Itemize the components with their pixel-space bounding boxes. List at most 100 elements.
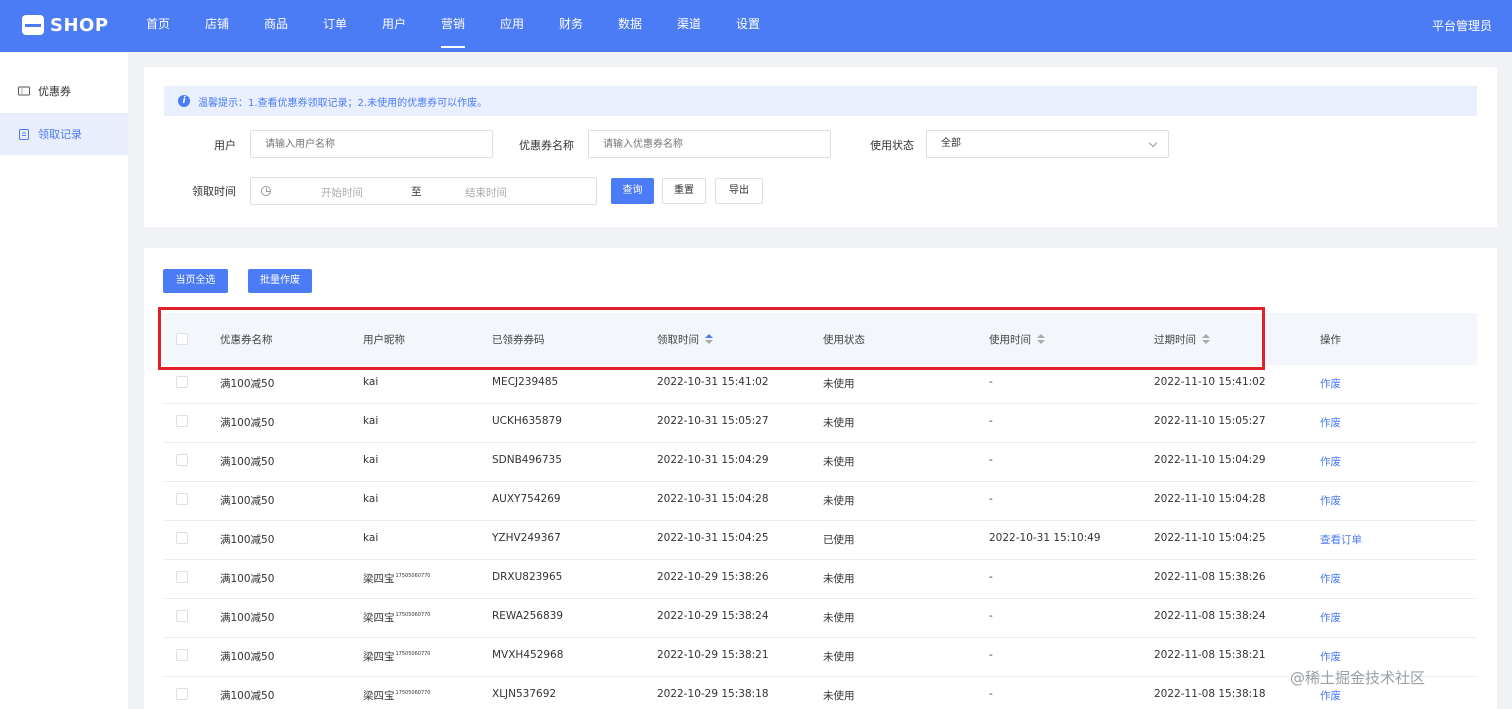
export-button[interactable]: 导出	[715, 178, 763, 204]
nav-item-home[interactable]: 首页	[146, 0, 205, 52]
user-menu[interactable]: 平台管理员	[1432, 17, 1492, 34]
nav-item-orders[interactable]: 订单	[323, 0, 382, 52]
row-checkbox[interactable]	[176, 688, 188, 700]
end-date-input[interactable]: 结束时间	[465, 185, 507, 200]
row-checkbox[interactable]	[176, 532, 188, 544]
cell-status: 未使用	[823, 417, 855, 429]
sidebar-item-coupons[interactable]: 优惠券	[0, 70, 128, 112]
query-button[interactable]: 查询	[611, 178, 654, 204]
nav-item-users[interactable]: 用户	[382, 0, 441, 52]
main-nav: 首页 店铺 商品 订单 用户 营销 应用 财务 数据 渠道 设置	[146, 0, 795, 52]
table-row: 满100减50 kai UCKH635879 2022-10-31 15:05:27 未…	[163, 404, 1477, 443]
coupon-search-input[interactable]	[588, 130, 831, 158]
nickname-phone: 17505060770	[395, 573, 431, 579]
void-link[interactable]: 作废	[1320, 415, 1341, 430]
void-link[interactable]: 作废	[1320, 688, 1341, 703]
start-date-input[interactable]: 开始时间	[321, 185, 363, 200]
cell-used-time: -	[989, 610, 993, 622]
cell-coupon-name: 满100减50	[220, 495, 275, 507]
nickname-phone: 17505060770	[395, 651, 431, 657]
row-checkbox[interactable]	[176, 649, 188, 661]
nav-item-apps[interactable]: 应用	[500, 0, 559, 52]
cell-received-time: 2022-10-31 15:04:29	[657, 454, 769, 466]
table-row: 满100减50 梁四宝17505060770 XLJN537692 2022-10-2…	[163, 677, 1477, 709]
row-checkbox[interactable]	[176, 454, 188, 466]
info-icon: i	[178, 95, 190, 107]
cell-expire-time: 2022-11-08 15:38:26	[1154, 571, 1266, 583]
cell-coupon-name: 满100减50	[220, 573, 275, 585]
cell-coupon-code: DRXU823965	[492, 571, 563, 583]
cell-expire-time: 2022-11-10 15:04:25	[1154, 532, 1266, 544]
nav-item-channels[interactable]: 渠道	[677, 0, 736, 52]
nickname-text: kai	[363, 454, 379, 466]
cell-received-time: 2022-10-29 15:38:21	[657, 649, 769, 661]
void-link[interactable]: 作废	[1320, 376, 1341, 391]
logo[interactable]: SHOP	[22, 13, 109, 37]
select-page-button[interactable]: 当页全选	[163, 269, 228, 293]
cell-used-time: -	[989, 454, 993, 466]
notice-text: 温馨提示：1.查看优惠券领取记录；2.未使用的优惠券可以作废。	[198, 97, 488, 109]
nickname-text: kai	[363, 376, 379, 388]
cell-expire-time: 2022-11-10 15:04:28	[1154, 493, 1266, 505]
cell-used-time: -	[989, 688, 993, 700]
row-checkbox[interactable]	[176, 415, 188, 427]
cell-coupon-name: 满100减50	[220, 690, 275, 702]
void-link[interactable]: 作废	[1320, 571, 1341, 586]
nickname-phone: 17505060770	[395, 612, 431, 618]
nav-item-shop[interactable]: 店铺	[205, 0, 264, 52]
sidebar-item-label: 优惠券	[38, 85, 71, 98]
cell-used-time: -	[989, 493, 993, 505]
coupon-filter-label: 优惠券名称	[519, 139, 574, 152]
void-link[interactable]: 作废	[1320, 649, 1341, 664]
cell-nickname: kai	[363, 532, 378, 544]
sidebar-item-records[interactable]: 领取记录	[0, 113, 128, 155]
status-select-value: 全部	[941, 138, 961, 149]
cell-used-time: -	[989, 376, 993, 388]
clock-icon	[261, 186, 271, 196]
nav-item-finance[interactable]: 财务	[559, 0, 618, 52]
nav-item-marketing[interactable]: 营销	[441, 0, 500, 52]
cell-expire-time: 2022-11-10 15:41:02	[1154, 376, 1266, 388]
row-checkbox[interactable]	[176, 571, 188, 583]
void-link[interactable]: 作废	[1320, 454, 1341, 469]
batch-void-button[interactable]: 批量作废	[248, 269, 312, 293]
shop-icon	[22, 15, 44, 35]
cell-coupon-name: 满100减50	[220, 612, 275, 624]
status-select[interactable]: 全部	[926, 130, 1169, 158]
table-row: 满100减50 kai SDNB496735 2022-10-31 15:04:29 未…	[163, 443, 1477, 482]
sidebar: 优惠券 领取记录	[0, 52, 128, 709]
row-checkbox[interactable]	[176, 376, 188, 388]
chevron-down-icon	[1148, 138, 1158, 148]
table-row: 满100减50 梁四宝17505060770 REWA256839 2022-10-2…	[163, 599, 1477, 638]
void-link[interactable]: 作废	[1320, 493, 1341, 508]
cell-received-time: 2022-10-31 15:41:02	[657, 376, 769, 388]
cell-coupon-code: XLJN537692	[492, 688, 557, 700]
nickname-text: kai	[363, 532, 379, 544]
clipboard-icon	[19, 129, 29, 140]
cell-status: 未使用	[823, 651, 855, 663]
nickname-text: 梁四宝	[363, 612, 395, 624]
cell-coupon-code: REWA256839	[492, 610, 564, 622]
nav-item-data[interactable]: 数据	[618, 0, 677, 52]
row-checkbox[interactable]	[176, 610, 188, 622]
col-actions: 操作	[1320, 334, 1341, 346]
notice-banner: i 温馨提示：1.查看优惠券领取记录；2.未使用的优惠券可以作废。	[164, 86, 1477, 116]
logo-text: SHOP	[50, 14, 109, 36]
cell-expire-time: 2022-11-08 15:38:24	[1154, 610, 1266, 622]
nav-item-products[interactable]: 商品	[264, 0, 323, 52]
user-search-input[interactable]	[250, 130, 493, 158]
cell-expire-time: 2022-11-08 15:38:18	[1154, 688, 1266, 700]
cell-expire-time: 2022-11-08 15:38:21	[1154, 649, 1266, 661]
cell-coupon-code: YZHV249367	[492, 532, 561, 544]
cell-coupon-code: SDNB496735	[492, 454, 562, 466]
row-checkbox[interactable]	[176, 493, 188, 505]
reset-button[interactable]: 重置	[662, 178, 706, 204]
cell-coupon-name: 满100减50	[220, 534, 275, 546]
void-link[interactable]: 作废	[1320, 610, 1341, 625]
cell-coupon-name: 满100减50	[220, 651, 275, 663]
nav-item-settings[interactable]: 设置	[736, 0, 795, 52]
date-range-picker[interactable]: 开始时间 至 结束时间	[250, 177, 597, 205]
cell-received-time: 2022-10-31 15:04:28	[657, 493, 769, 505]
cell-received-time: 2022-10-29 15:38:18	[657, 688, 769, 700]
view-order-link[interactable]: 查看订单	[1320, 532, 1362, 547]
